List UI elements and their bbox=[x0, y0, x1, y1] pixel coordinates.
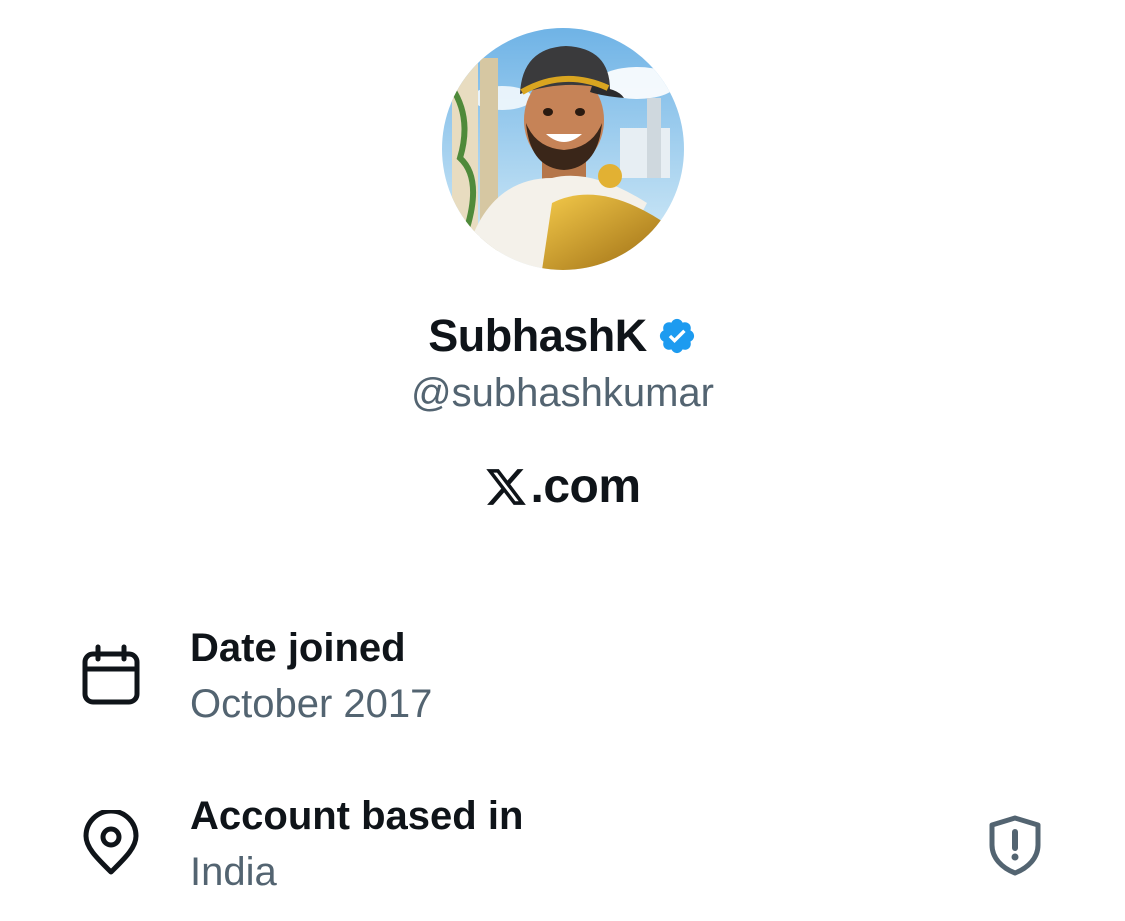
date-joined-label: Date joined bbox=[190, 626, 406, 670]
account-based-in-value: India bbox=[190, 850, 277, 894]
avatar-image bbox=[442, 28, 684, 270]
x-logo-icon bbox=[484, 465, 528, 509]
brand-x-com: .com bbox=[0, 455, 1125, 519]
brand-text: .com bbox=[530, 460, 641, 513]
profile-avatar[interactable] bbox=[442, 28, 684, 270]
shield-alert-icon[interactable] bbox=[982, 812, 1048, 878]
calendar-icon bbox=[78, 643, 144, 709]
profile-handle: @subhashkumar bbox=[411, 371, 714, 415]
date-joined-value: October 2017 bbox=[190, 682, 433, 726]
account-based-in-label: Account based in bbox=[190, 794, 524, 838]
verified-badge-icon[interactable] bbox=[657, 316, 697, 356]
profile-name-row: SubhashK bbox=[0, 306, 1125, 366]
display-name: SubhashK bbox=[428, 310, 647, 361]
location-pin-icon bbox=[78, 808, 144, 876]
